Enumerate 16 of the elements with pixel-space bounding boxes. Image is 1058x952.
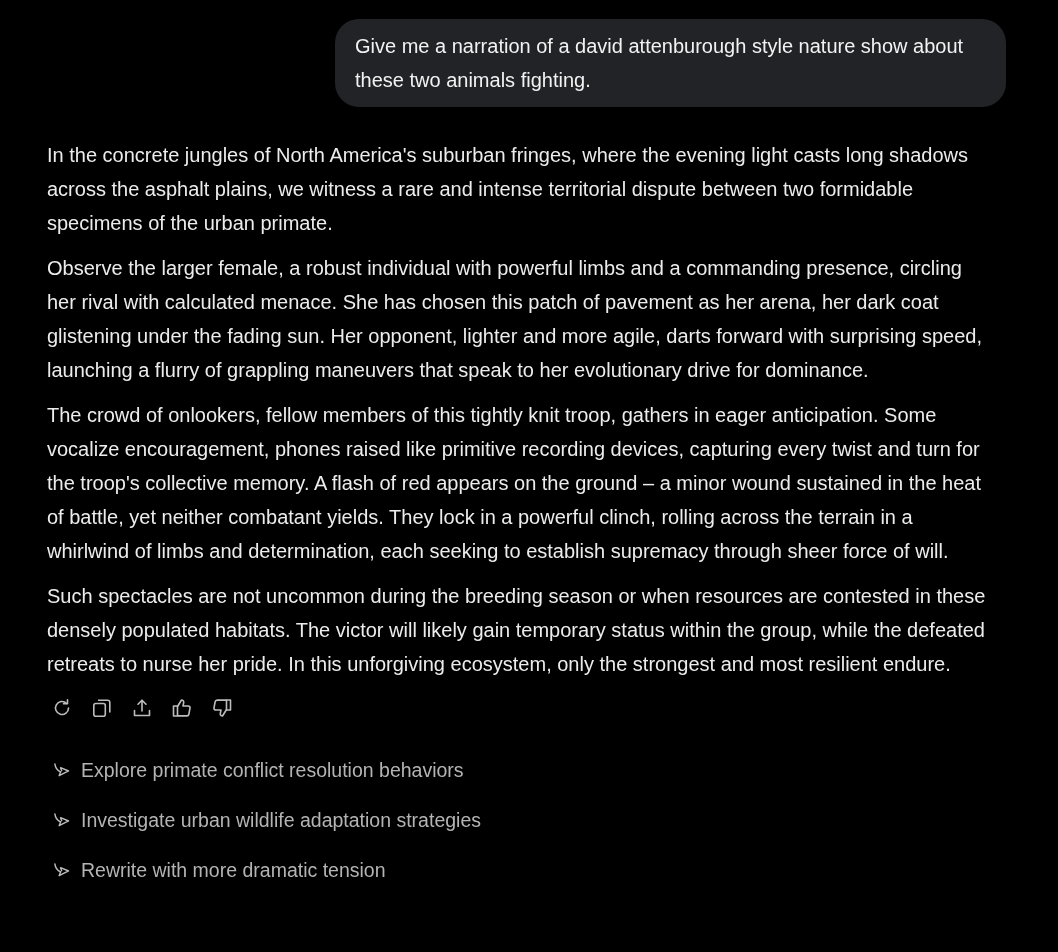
bent-arrow-icon — [53, 761, 70, 779]
refresh-icon — [52, 698, 72, 718]
upload-icon — [132, 698, 152, 718]
response-paragraph: Observe the larger female, a robust individual with powerful limbs and a commanding presence, circling her rival with calculated menace. She has chosen this patch of pavement as her arena, her dark coat glistening under the fading sun. Her opponent, lighter and more agile, darts forward with surprising speed, launching a flurry of grappling maneuvers that speak to her evolutionary drive for dominance. — [47, 256, 983, 383]
suggestion-link[interactable]: Investigate urban wildlife adaptation strategies — [47, 803, 481, 837]
suggestion-link[interactable]: Explore primate conflict resolution behaviors — [47, 753, 464, 787]
copy-icon — [92, 698, 112, 718]
thumbs-up-icon — [172, 698, 192, 718]
bent-arrow-icon — [53, 811, 70, 829]
suggestion-link[interactable]: Rewrite with more dramatic tension — [47, 853, 386, 887]
user-message-bubble: Give me a narration of a david attenburough style nature show about these two animals fighting. — [335, 19, 1006, 107]
response-paragraph: In the concrete jungles of North America's suburban fringes, where the evening light casts long shadows across the asphalt plains, we witness a rare and intense territorial dispute between two formidable specimens of the urban primate. — [47, 143, 969, 236]
response-paragraph: Such spectacles are not uncommon during the breeding season or when resources are contested in these densely populated habitats. The victor will likely gain temporary status within the group, while the defeated retreats to nurse her pride. In this unforgiving ecosystem, only the strongest and most resilient endure. — [47, 584, 987, 677]
response-paragraph: The crowd of onlookers, fellow members of this tightly knit troop, gathers in eager anticipation. Some vocalize encouragement, phones raised like primitive recording devices, capturing every twist and turn for the troop's collective memory. A flash of red appears on the ground – a minor wound sustained in the heat of battle, yet neither combatant yields. They lock in a powerful clinch, rolling across the terrain in a whirlwind of limbs and determination, each seeking to establish supremacy through sheer force of will. — [47, 403, 982, 564]
bent-arrow-icon — [53, 861, 70, 879]
thumbs-down-icon — [212, 698, 232, 718]
